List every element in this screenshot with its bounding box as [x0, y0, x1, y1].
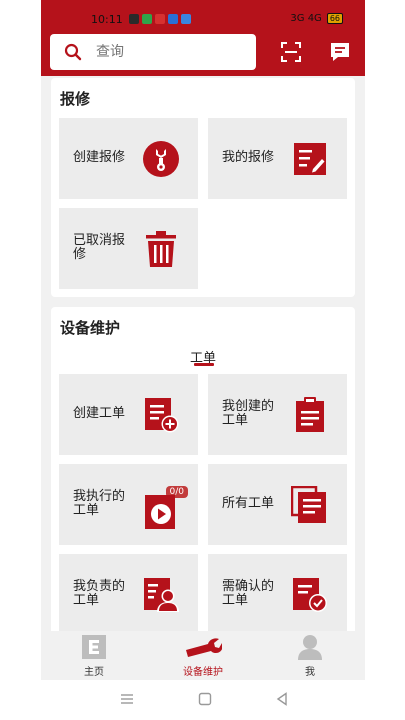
notification-icons	[129, 14, 191, 24]
cancelled-repairs-tile[interactable]: 已取消报修	[59, 208, 198, 289]
maintenance-section: 设备维护 工单 创建工单 我创建的工单 我执行的工单 0/0 所有工单 我负责的…	[51, 307, 355, 637]
nav-equipment-maintenance[interactable]: 设备维护	[163, 631, 243, 680]
home-e-icon	[82, 635, 106, 659]
app-screen: 10:11 3G 4G 66 查询 报修 创建报修 我的报修 已取消报修 设备维…	[41, 0, 365, 720]
system-nav-bar	[0, 680, 405, 720]
to-confirm-work-orders-tile[interactable]: 需确认的工单	[208, 554, 347, 635]
nav-label: 我	[305, 667, 315, 678]
stacked-documents-icon	[291, 486, 326, 523]
mail-icon	[155, 14, 165, 24]
clipboard-icon	[296, 397, 324, 432]
app-icon	[168, 14, 178, 24]
scan-button[interactable]	[278, 39, 304, 65]
tile-label: 我执行的工单	[73, 489, 126, 518]
repair-section: 报修 创建报修 我的报修 已取消报修	[51, 78, 355, 297]
tile-label: 所有工单	[222, 496, 275, 511]
tab-indicator	[194, 363, 214, 366]
tile-label: 创建工单	[73, 406, 126, 421]
my-repairs-tile[interactable]: 我的报修	[208, 118, 347, 199]
tile-label: 我的报修	[222, 150, 275, 165]
scan-icon	[281, 42, 301, 62]
search-bar[interactable]	[50, 34, 256, 70]
search-icon	[64, 43, 82, 61]
signal-text: 3G 4G	[290, 13, 322, 24]
section-title: 报修	[60, 90, 91, 108]
wrench-icon	[186, 638, 222, 657]
nav-me[interactable]: 我	[270, 631, 350, 680]
app-icon	[142, 14, 152, 24]
my-executed-work-orders-tile[interactable]: 我执行的工单 0/0	[59, 464, 198, 545]
wrench-circle-icon	[143, 141, 179, 177]
add-document-icon	[145, 398, 179, 433]
create-repair-tile[interactable]: 创建报修	[59, 118, 198, 199]
battery-indicator: 66	[326, 13, 343, 24]
app-icon	[181, 14, 191, 24]
wechat-icon	[129, 14, 139, 24]
tile-label: 我创建的工单	[222, 399, 275, 428]
my-created-work-orders-tile[interactable]: 我创建的工单	[208, 374, 347, 455]
person-document-icon	[144, 578, 179, 612]
status-right: 3G 4G 66	[290, 13, 343, 24]
create-work-order-tile[interactable]: 创建工单	[59, 374, 198, 455]
tile-label: 我负责的工单	[73, 579, 126, 608]
edit-list-icon	[294, 143, 326, 175]
nav-label: 主页	[84, 667, 104, 678]
play-document-icon	[145, 495, 175, 529]
message-button[interactable]	[327, 39, 353, 65]
person-icon	[298, 635, 322, 660]
check-document-icon	[293, 578, 327, 612]
section-title: 设备维护	[60, 319, 121, 337]
status-time: 10:11	[91, 13, 123, 26]
tile-label: 已取消报修	[73, 233, 126, 262]
search-input[interactable]	[96, 44, 236, 60]
menu-icon[interactable]	[120, 692, 134, 706]
nav-home[interactable]: 主页	[54, 631, 134, 680]
my-responsible-work-orders-tile[interactable]: 我负责的工单	[59, 554, 198, 635]
back-icon[interactable]	[275, 692, 289, 706]
app-header: 10:11 3G 4G 66	[41, 0, 365, 76]
home-square-icon[interactable]	[198, 692, 212, 706]
tile-label: 创建报修	[73, 150, 126, 165]
trash-icon	[146, 231, 176, 267]
status-bar: 10:11 3G 4G 66	[41, 10, 365, 30]
tile-label: 需确认的工单	[222, 579, 275, 608]
nav-label: 设备维护	[183, 667, 223, 678]
bottom-nav: 主页 设备维护 我	[41, 631, 365, 680]
message-icon	[331, 43, 349, 61]
all-work-orders-tile[interactable]: 所有工单	[208, 464, 347, 545]
